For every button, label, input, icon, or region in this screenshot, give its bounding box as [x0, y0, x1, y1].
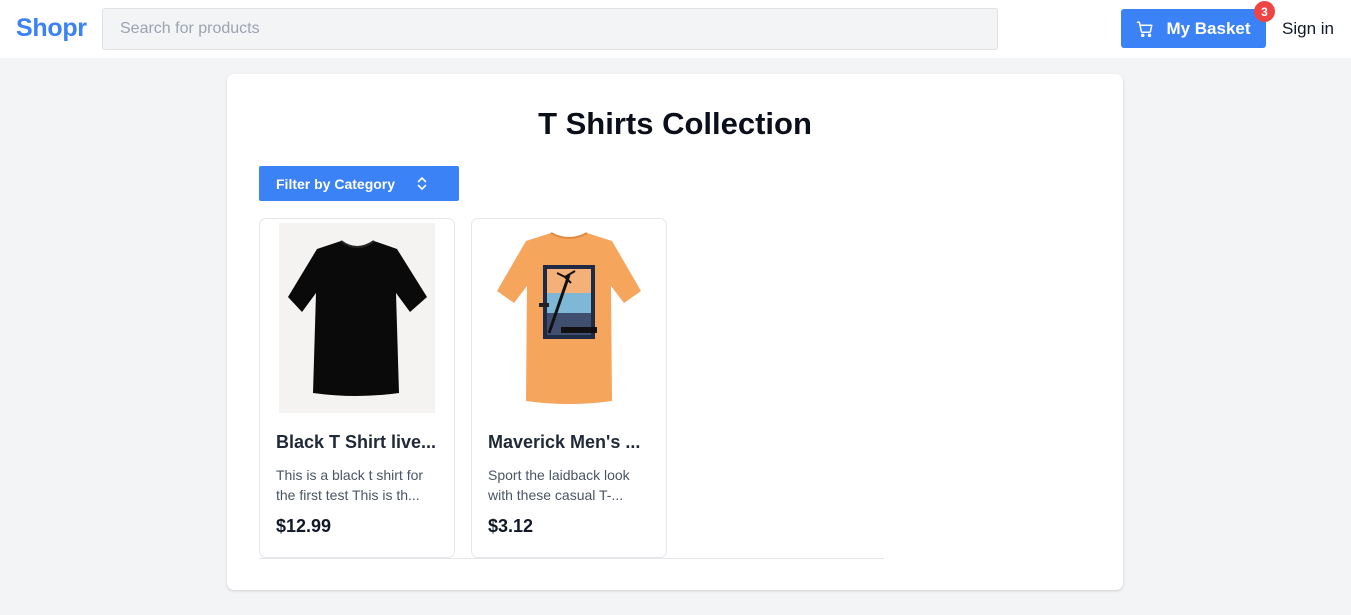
sign-in-link[interactable]: Sign in [1282, 19, 1334, 39]
product-price: $3.12 [488, 516, 534, 536]
collection-panel: T Shirts Collection Filter by Category B… [227, 74, 1123, 590]
product-card[interactable]: Black T Shirt live... This is a black t … [259, 218, 455, 558]
basket-count-badge: 3 [1254, 1, 1275, 22]
top-navbar: Shopr My Basket 3 Sign in [0, 0, 1351, 58]
divider [259, 558, 884, 559]
filter-by-category-button[interactable]: Filter by Category [259, 166, 459, 201]
product-card[interactable]: Maverick Men's ... Sport the laidback lo… [471, 218, 667, 558]
black-tshirt-image [288, 240, 427, 396]
product-name[interactable]: Maverick Men's ... [488, 432, 652, 453]
filter-label: Filter by Category [276, 175, 396, 192]
product-image[interactable] [279, 223, 435, 413]
cart-icon [1137, 21, 1153, 37]
page-title: T Shirts Collection [538, 106, 812, 141]
product-name[interactable]: Black T Shirt live... [276, 432, 440, 453]
logo[interactable]: Shopr [16, 14, 87, 43]
basket-label: My Basket [1166, 18, 1251, 38]
orange-graphic-tshirt-image [497, 232, 641, 404]
product-description: Sport the laidback look with these casua… [488, 467, 630, 503]
chevron-up-down-icon [417, 177, 427, 190]
basket-button[interactable]: My Basket [1121, 9, 1266, 48]
product-image[interactable] [491, 223, 647, 413]
product-description: This is a black t shirt for the first te… [276, 467, 424, 503]
product-price: $12.99 [276, 516, 332, 536]
search-input[interactable] [102, 8, 998, 50]
